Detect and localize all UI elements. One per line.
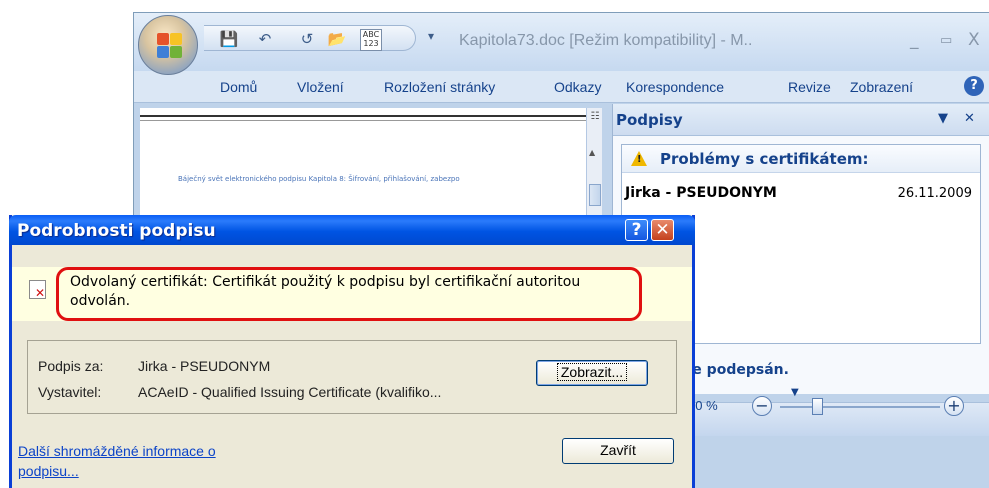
show-button-label: Zobrazit...: [556, 363, 628, 381]
dialog-title: Podrobnosti podpisu: [17, 221, 216, 241]
certificate-warning-text: Problémy s certifikátem:: [660, 150, 869, 168]
tab-domu[interactable]: Domů: [220, 79, 257, 95]
scroll-up-icon[interactable]: ▲: [589, 148, 595, 157]
signed-by-value: Jirka - PSEUDONYM: [138, 358, 271, 374]
signed-by-label: Podpis za:: [38, 358, 104, 374]
tab-zobrazeni[interactable]: Zobrazení: [850, 79, 913, 95]
undo-icon[interactable]: ↶: [254, 29, 276, 49]
pane-close-icon[interactable]: ✕: [964, 111, 975, 126]
pane-title: Podpisy: [616, 111, 683, 129]
office-logo-icon: [157, 33, 183, 59]
help-icon[interactable]: ?: [964, 76, 984, 96]
tab-vlozeni[interactable]: Vložení: [297, 79, 344, 95]
maximize-button[interactable]: ▭: [940, 33, 952, 48]
close-window-button[interactable]: X: [968, 30, 980, 50]
signature-details-dialog: Podrobnosti podpisu ? ✕ ✕ Odvolaný certi…: [9, 215, 695, 488]
redo-icon[interactable]: ↺: [296, 29, 318, 49]
page-top-rule-thin: [140, 120, 587, 121]
window-title: Kapitola73.doc [Režim kompatibility] - M…: [459, 32, 753, 49]
close-button[interactable]: Zavřít: [562, 438, 674, 464]
more-info-link[interactable]: Další shromážděné informace o podpisu...: [18, 441, 278, 481]
save-icon[interactable]: 💾: [218, 29, 240, 49]
invalid-certificate-icon: ✕: [29, 280, 46, 300]
tab-odkazy[interactable]: Odkazy: [554, 79, 601, 95]
zoom-slider-track[interactable]: [780, 406, 940, 408]
zoom-out-button[interactable]: −: [752, 396, 772, 416]
minimize-button[interactable]: _: [910, 30, 919, 50]
zoom-in-button[interactable]: +: [944, 396, 964, 416]
warning-icon: !: [631, 151, 647, 166]
dialog-help-button[interactable]: ?: [625, 219, 648, 241]
quick-access-toolbar: 💾 ↶ ↺ 📂 ABC 123: [204, 25, 416, 51]
pane-expand-icon[interactable]: ▼: [791, 387, 799, 398]
page-top-rule: [140, 115, 587, 117]
signatures-pane-header: Podpisy ▼ ✕: [613, 104, 989, 136]
pane-options-icon[interactable]: ▼: [938, 111, 948, 126]
tab-korespondence[interactable]: Korespondence: [626, 79, 724, 95]
document-running-header: Báječný svět elektronického podpisu Kapi…: [178, 175, 460, 183]
dialog-close-icon[interactable]: ✕: [651, 219, 674, 241]
signature-date: 26.11.2009: [897, 186, 972, 201]
scroll-thumb[interactable]: [589, 184, 601, 206]
zoom-slider-thumb[interactable]: [812, 398, 823, 415]
certificate-warning-bar: ! Problémy s certifikátem:: [622, 145, 980, 173]
spelling-icon[interactable]: ABC 123: [360, 29, 382, 51]
dialog-titlebar: Podrobnosti podpisu ? ✕: [9, 215, 695, 245]
issuer-value: ACAeID - Qualified Issuing Certificate (…: [138, 384, 442, 400]
ruler-toggle-icon[interactable]: ☷: [588, 111, 602, 125]
ribbon-tabs: Domů Vložení Rozložení stránky Odkazy Ko…: [134, 71, 989, 103]
office-button[interactable]: [138, 15, 198, 75]
issuer-label: Vystavitel:: [38, 384, 102, 400]
show-certificate-button[interactable]: Zobrazit...: [536, 360, 648, 386]
signature-signer[interactable]: Jirka - PSEUDONYM: [625, 185, 777, 201]
open-folder-icon[interactable]: 📂: [326, 29, 348, 49]
tab-rozlozeni-stranky[interactable]: Rozložení stránky: [384, 79, 495, 95]
word-titlebar: 💾 ↶ ↺ 📂 ABC 123 ▾ Kapitola73.doc [Režim k…: [134, 13, 989, 75]
revoked-certificate-notice: ✕ Odvolaný certifikát: Certifikát použit…: [12, 267, 692, 321]
tab-revize[interactable]: Revize: [788, 79, 831, 95]
revoked-message: Odvolaný certifikát: Certifikát použitý …: [70, 274, 581, 309]
qat-customize-icon[interactable]: ▾: [428, 29, 434, 43]
